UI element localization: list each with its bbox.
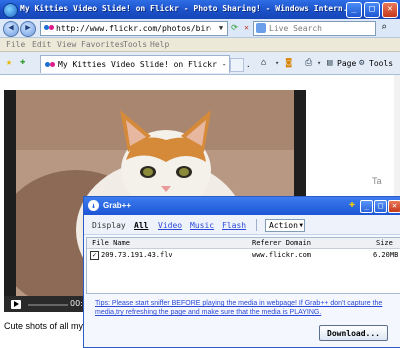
toolbar-divider [256,219,257,231]
grab-toolbar: Display All Video Music Flash Action ▼ [84,215,400,235]
menu-file[interactable]: File [6,40,25,49]
seek-bar[interactable] [28,304,68,306]
grab-close-button[interactable]: ✕ [388,200,400,213]
flickr-favicon-icon [44,25,54,31]
minimize-button[interactable]: _ [346,2,362,18]
cell-size: 6.20MB [373,251,399,259]
menu-bar: File Edit View Favorites Tools Help [0,38,400,52]
column-header-file[interactable]: File Name [92,239,130,247]
tab-all[interactable]: All [134,221,148,230]
page-icon[interactable]: ▤ [327,58,332,68]
table-row[interactable]: ✓ 209.73.191.43.flv www.flickr.com 6.20M… [87,249,400,260]
window-title-bar: My Kitties Video Slide! on Flickr - Phot… [0,0,400,19]
tab-video[interactable]: Video [158,221,182,230]
tab-row: ★ ✚ My Kitties Video Slide! on Flickr - … [0,52,400,75]
address-bar-row: ◀ ▶ http://www.flickr.com/photos/birdies… [0,19,400,38]
cell-referer-domain: www.flickr.com [252,251,312,259]
grab-window: ↓ Grab++ ✚ _ □ ✕ Display All Video Music… [83,196,400,348]
play-icon[interactable] [11,300,21,309]
row-checkbox[interactable]: ✓ [90,251,99,260]
column-header-size[interactable]: Size [376,239,393,247]
cell-file-name: 209.73.191.43.flv [101,251,173,259]
grab-title: Grab++ [103,201,132,210]
feeds-icon[interactable]: ◙ [286,58,291,68]
forward-button[interactable]: ▶ [20,21,36,37]
tab-active[interactable]: My Kitties Video Slide! on Flickr - P... [40,55,251,73]
display-label: Display [92,221,126,230]
tools-menu-label[interactable]: Tools [369,59,393,68]
download-label: Download... [327,329,380,338]
chevron-down-icon[interactable]: ▾ [275,59,279,67]
tab-title: My Kitties Video Slide! on Flickr - P... [58,60,251,69]
menu-tools[interactable]: Tools [123,40,147,49]
new-tab-button[interactable] [230,58,244,72]
search-provider-icon [256,23,266,33]
grab-minimize-button[interactable]: _ [360,200,373,213]
tips-link[interactable]: Tips: Please start sniffer BEFORE playin… [95,299,395,317]
pin-icon[interactable]: ✚ [346,199,358,211]
home-icon[interactable]: ⌂ [261,58,266,68]
action-label: Action [269,221,298,230]
grab-logo-icon: ↓ [88,200,99,211]
grab-title-bar: ↓ Grab++ ✚ _ □ ✕ [84,197,400,215]
media-table: File Name Referer Domain Size ✓ 209.73.1… [86,237,400,294]
add-favorite-icon[interactable]: ✚ [20,57,25,67]
address-url: http://www.flickr.com/photos/birdiesp [56,24,211,33]
address-input[interactable]: http://www.flickr.com/photos/birdiesp ▼ [40,21,228,36]
search-input[interactable]: Live Search [253,21,376,36]
grab-maximize-button[interactable]: □ [374,200,387,213]
action-dropdown[interactable]: Action ▼ [265,219,305,232]
menu-help[interactable]: Help [150,40,169,49]
tab-flash[interactable]: Flash [222,221,246,230]
menu-edit[interactable]: Edit [32,40,51,49]
flickr-favicon-icon [45,62,55,67]
table-header: File Name Referer Domain Size [87,238,400,249]
search-placeholder: Live Search [269,24,322,33]
menu-view[interactable]: View [57,40,76,49]
stop-icon[interactable]: ✕ [241,22,252,33]
sidebar-text-fragment: Ta [372,176,382,186]
menu-favorites[interactable]: Favorites [81,40,124,49]
refresh-icon[interactable]: ⟳ [229,22,240,33]
search-icon[interactable]: ⌕ [378,22,390,34]
back-button[interactable]: ◀ [3,21,19,37]
column-header-domain[interactable]: Referer Domain [252,239,311,247]
chevron-down-icon[interactable]: ▾ [317,59,321,67]
page-menu-label[interactable]: Page [337,59,356,68]
chevron-down-icon[interactable]: ▼ [216,23,226,33]
window-title: My Kitties Video Slide! on Flickr - Phot… [20,4,350,13]
chevron-down-icon: ▼ [299,222,303,229]
ie-logo-icon [3,3,18,18]
tab-music[interactable]: Music [190,221,214,230]
download-button[interactable]: Download... [319,325,388,341]
gear-icon[interactable]: ⚙ [359,58,364,68]
maximize-button[interactable]: □ [364,2,380,18]
close-button[interactable]: ✕ [382,2,398,18]
print-icon[interactable]: ⎙ [305,58,312,68]
favorites-star-icon[interactable]: ★ [6,57,12,68]
